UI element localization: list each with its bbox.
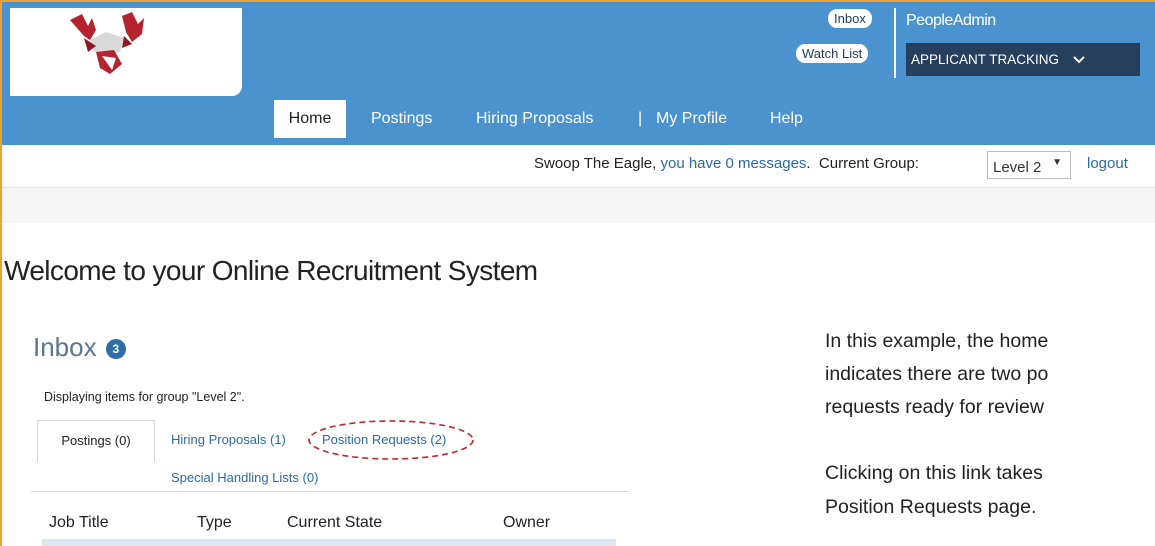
inbox-count-badge: 3 bbox=[105, 339, 126, 360]
user-greeting: Swoop The Eagle, you have 0 messages. Cu… bbox=[534, 155, 919, 172]
dropdown-arrow-icon: ▼ bbox=[1052, 157, 1062, 168]
annotation-dashed-ellipse bbox=[308, 420, 474, 460]
user-greeting-text: Swoop The Eagle, bbox=[534, 155, 661, 172]
nav-separator: | bbox=[638, 110, 643, 127]
column-header-owner[interactable]: Owner bbox=[503, 514, 550, 532]
nav-help[interactable]: Help bbox=[770, 100, 803, 138]
eagle-logo-icon bbox=[70, 12, 144, 74]
current-group-select[interactable]: Level 2 ▼ bbox=[987, 151, 1071, 179]
table-row[interactable] bbox=[42, 539, 616, 546]
nav-postings[interactable]: Postings bbox=[371, 100, 432, 138]
top-header: Inbox Watch List PeopleAdmin APPLICANT T… bbox=[2, 2, 1155, 145]
nav-my-profile[interactable]: My Profile bbox=[656, 100, 727, 138]
current-group-label: Current Group: bbox=[818, 155, 919, 172]
logo-container[interactable] bbox=[10, 8, 242, 96]
note-line-4: Clicking on this link takes bbox=[825, 462, 1043, 484]
header-divider bbox=[894, 8, 896, 78]
column-header-type[interactable]: Type bbox=[197, 514, 232, 532]
note-line-1: In this example, the home bbox=[825, 330, 1049, 352]
note-line-5: Position Requests page. bbox=[825, 496, 1037, 518]
nav-home[interactable]: Home bbox=[274, 100, 346, 138]
inbox-heading-label: Inbox bbox=[33, 332, 97, 362]
note-line-3: requests ready for review bbox=[825, 396, 1044, 418]
current-group-value: Level 2 bbox=[993, 159, 1042, 176]
main-nav: Home Postings Hiring Proposals | My Prof… bbox=[2, 100, 1155, 138]
module-select[interactable]: APPLICANT TRACKING bbox=[906, 43, 1140, 76]
tab-special-handling-lists[interactable]: Special Handling Lists (0) bbox=[171, 470, 318, 485]
tab-hiring-proposals[interactable]: Hiring Proposals (1) bbox=[171, 432, 286, 447]
column-header-job-title[interactable]: Job Title bbox=[49, 514, 109, 532]
logout-link[interactable]: logout bbox=[1087, 155, 1128, 172]
module-select-label: APPLICANT TRACKING bbox=[911, 52, 1060, 67]
messages-link[interactable]: you have 0 messages bbox=[660, 155, 806, 172]
greeting-period: . bbox=[806, 155, 811, 172]
user-bar: Swoop The Eagle, you have 0 messages. Cu… bbox=[2, 145, 1155, 188]
displaying-group-text: Displaying items for group "Level 2". bbox=[44, 390, 245, 404]
inbox-link[interactable]: Inbox bbox=[828, 9, 872, 28]
brand-title: PeopleAdmin bbox=[906, 12, 996, 29]
inbox-heading: Inbox 3 bbox=[33, 332, 126, 363]
chevron-down-icon bbox=[1073, 43, 1085, 76]
tabs-divider bbox=[31, 491, 629, 492]
subheader-band bbox=[2, 188, 1155, 223]
nav-hiring-proposals[interactable]: Hiring Proposals bbox=[476, 100, 593, 138]
column-header-current-state[interactable]: Current State bbox=[287, 514, 382, 532]
note-line-2: indicates there are two po bbox=[825, 363, 1049, 385]
watch-list-link[interactable]: Watch List bbox=[796, 44, 869, 63]
page-title: Welcome to your Online Recruitment Syste… bbox=[4, 255, 538, 286]
tab-postings[interactable]: Postings (0) bbox=[37, 420, 155, 462]
